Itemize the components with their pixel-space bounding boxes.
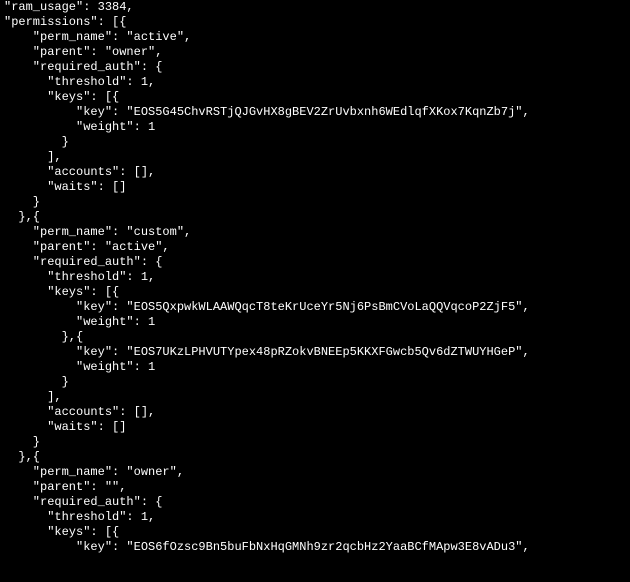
json-code-block: "ram_usage": 3384, "permissions": [{ "pe… <box>0 0 630 555</box>
